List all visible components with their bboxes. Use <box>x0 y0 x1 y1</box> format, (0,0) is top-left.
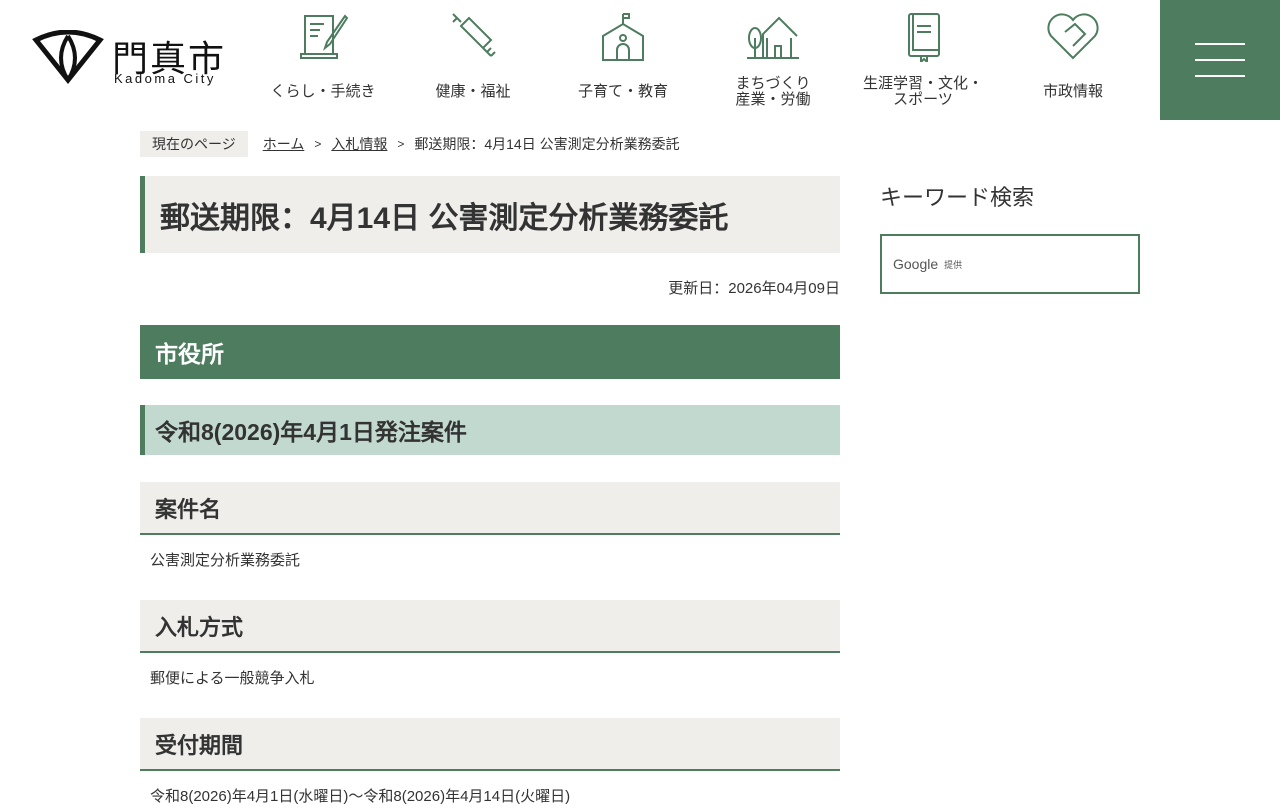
breadcrumb-label: 現在のページ <box>140 131 248 157</box>
section-heading: 市役所 <box>140 325 840 379</box>
page-title: 郵送期限：4月14日 公害測定分析業務委託 <box>140 176 840 253</box>
nav-item-health[interactable]: 健康・福祉 <box>398 0 548 120</box>
updated-date: 更新日：2026年04月09日 <box>668 280 840 297</box>
site-header: 門真市 Kadoma City くらし・手続き 健康・福祉 子育て・教育 まちづ… <box>0 0 1280 120</box>
nav-item-culture[interactable]: 生涯学習・文化・ スポーツ <box>848 0 998 120</box>
breadcrumb-current: 郵送期限：4月14日 公害測定分析業務委託 <box>414 136 680 152</box>
global-nav: くらし・手続き 健康・福祉 子育て・教育 まちづくり 産業・労働 生涯学習・文化… <box>248 0 1148 120</box>
item-heading: 入札方式 <box>140 600 840 653</box>
chevron-right-icon: > <box>397 137 405 151</box>
sidebar: キーワード検索 Google 提供 <box>880 180 1140 294</box>
document-pen-icon <box>300 14 349 59</box>
heart-handshake-icon <box>1047 13 1099 60</box>
item-text: 公害測定分析業務委託 <box>150 552 301 569</box>
hamburger-menu-button[interactable] <box>1160 0 1280 120</box>
main-content: 郵送期限：4月14日 公害測定分析業務委託 更新日：2026年04月09日 市役… <box>140 176 840 809</box>
keyword-search-heading: キーワード検索 <box>880 185 1035 210</box>
item-heading: 受付期間 <box>140 718 840 771</box>
breadcrumb: 現在のページ ホーム > 入札情報 > 郵送期限：4月14日 公害測定分析業務委… <box>140 131 680 157</box>
item-text: 郵便による一般競争入札 <box>150 670 315 687</box>
book-icon <box>908 13 940 62</box>
search-input[interactable]: Google 提供 <box>880 234 1140 294</box>
syringe-icon <box>452 13 496 57</box>
nav-label: 健康・福祉 <box>435 82 511 100</box>
nav-item-childcare[interactable]: 子育て・教育 <box>548 0 698 120</box>
nav-item-town[interactable]: まちづくり 産業・労働 <box>698 0 848 120</box>
nav-label: 市政情報 <box>1042 82 1103 100</box>
google-label: Google <box>893 256 939 272</box>
breadcrumb-home-link[interactable]: ホーム <box>263 134 305 154</box>
subsection-heading: 令和8(2026)年4月1日発注案件 <box>140 405 840 455</box>
item-heading: 案件名 <box>140 482 840 535</box>
school-icon <box>602 13 644 61</box>
nav-label: まちづくり 産業・労働 <box>735 74 811 108</box>
nav-label: 子育て・教育 <box>577 82 668 100</box>
logo-en: Kadoma City <box>114 71 216 86</box>
breadcrumb-parent-link[interactable]: 入札情報 <box>331 134 387 154</box>
chevron-right-icon: > <box>314 137 322 151</box>
nav-label: 生涯学習・文化・ スポーツ <box>862 74 983 108</box>
house-tree-icon <box>747 16 799 59</box>
provided-label: 提供 <box>944 259 963 270</box>
nav-item-living[interactable]: くらし・手続き <box>248 0 398 120</box>
site-logo[interactable]: 門真市 Kadoma City <box>32 30 232 90</box>
city-emblem-icon <box>32 30 104 84</box>
nav-label: くらし・手続き <box>270 82 376 100</box>
item-text: 令和8(2026)年4月1日(水曜日)～令和8(2026)年4月14日(火曜日) <box>150 788 571 805</box>
nav-item-cityinfo[interactable]: 市政情報 <box>998 0 1148 120</box>
